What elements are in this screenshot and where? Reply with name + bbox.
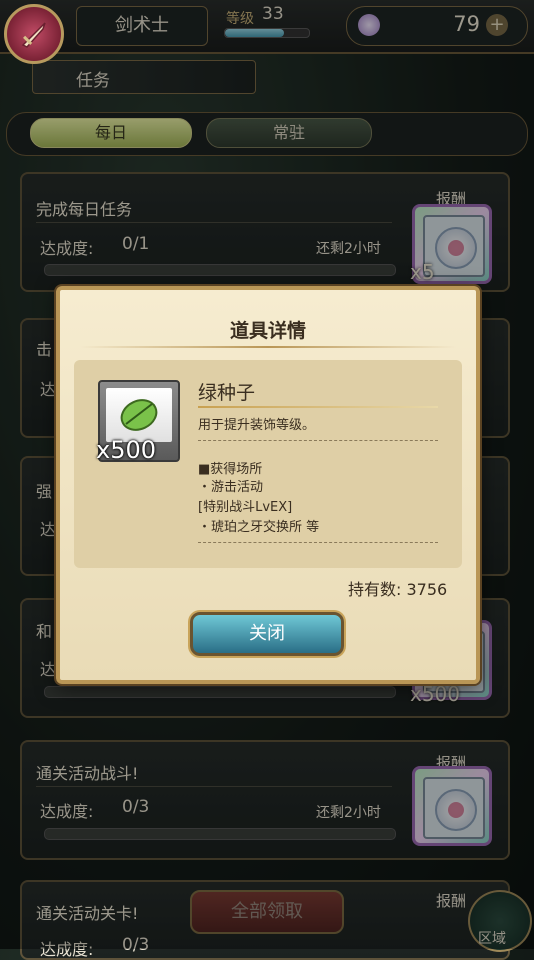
hold-label: 持有数: xyxy=(348,580,402,599)
hold-count: 持有数: 3756 xyxy=(348,576,447,600)
seed-icon xyxy=(120,399,158,431)
dialog-title: 道具详情 xyxy=(229,320,306,342)
item-quantity: x500 xyxy=(96,436,157,464)
dashed-divider xyxy=(198,542,438,543)
menu-avatar-button[interactable] xyxy=(4,4,64,64)
close-button[interactable]: 关闭 xyxy=(190,612,344,656)
item-name-underline xyxy=(198,406,438,408)
sword-icon xyxy=(21,22,46,48)
item-name: 绿种子 xyxy=(198,382,256,404)
source-item: [特别战斗LvEX] xyxy=(198,500,293,515)
source-item: ・游击活动 xyxy=(198,480,264,495)
source-header: ■获得场所 xyxy=(198,462,263,477)
dashed-divider xyxy=(198,440,438,441)
title-divider xyxy=(80,346,456,348)
source-item: ・琥珀之牙交换所 等 xyxy=(198,520,320,535)
hold-value: 3756 xyxy=(406,580,448,599)
item-description: 用于提升装饰等级。 xyxy=(198,418,316,433)
